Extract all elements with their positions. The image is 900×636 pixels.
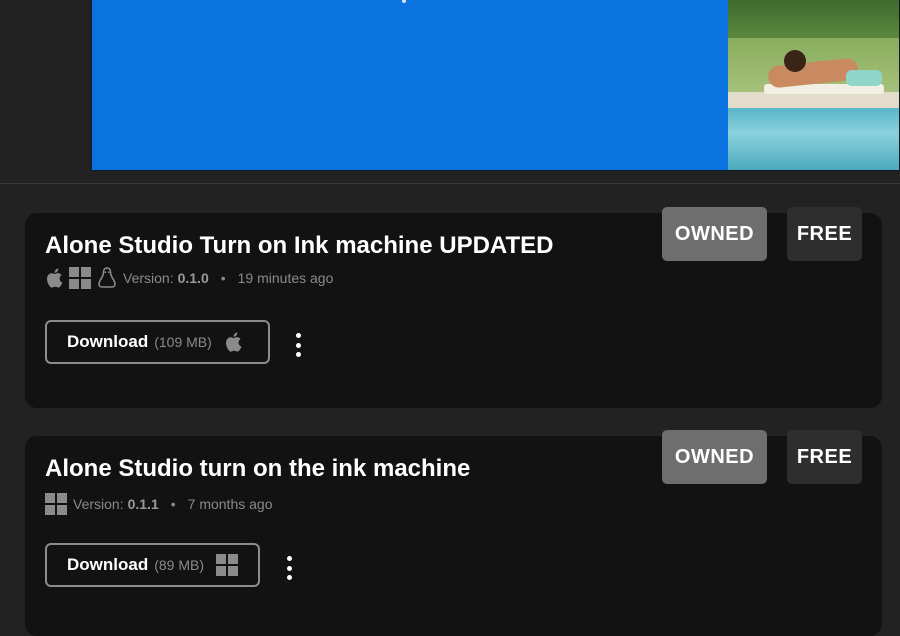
windows-icon	[216, 554, 239, 576]
download-button[interactable]: Download (89 MB)	[45, 543, 260, 587]
owned-badge: OWNED	[662, 207, 767, 261]
download-label: Download	[67, 555, 149, 574]
download-button[interactable]: Download (109 MB)	[45, 320, 270, 364]
build-card: OWNED FREE Alone Studio turn on the ink …	[25, 430, 882, 636]
version-value: 0.1.0	[177, 270, 209, 286]
free-badge: FREE	[787, 207, 862, 261]
linux-icon	[97, 267, 117, 289]
banner-mark	[402, 0, 406, 3]
banner-photo	[728, 0, 899, 170]
meta-separator: •	[220, 270, 226, 286]
download-label: Download	[67, 332, 149, 351]
more-options-icon[interactable]	[293, 333, 303, 357]
owned-badge: OWNED	[662, 430, 767, 484]
build-title: Alone Studio Turn on Ink machine UPDATED	[45, 232, 554, 259]
download-size: (89 MB)	[154, 557, 205, 573]
apple-icon	[224, 332, 242, 352]
section-divider	[0, 183, 900, 184]
build-meta: Version: 0.1.1 • 7 months ago	[45, 492, 272, 516]
windows-icon	[45, 493, 67, 515]
windows-icon	[69, 267, 91, 289]
version-label: Version:	[123, 270, 174, 286]
more-options-icon[interactable]	[284, 556, 294, 580]
build-card: OWNED FREE Alone Studio Turn on Ink mach…	[25, 207, 882, 408]
apple-icon	[45, 268, 63, 288]
updated-time: 19 minutes ago	[237, 270, 334, 286]
free-badge: FREE	[787, 430, 862, 484]
build-title: Alone Studio turn on the ink machine	[45, 455, 471, 482]
meta-separator: •	[170, 496, 176, 512]
updated-time: 7 months ago	[187, 496, 273, 512]
download-size: (109 MB)	[154, 334, 212, 350]
version-label: Version:	[73, 496, 124, 512]
build-meta: Version: 0.1.0 • 19 minutes ago	[45, 266, 333, 290]
version-value: 0.1.1	[127, 496, 159, 512]
featured-banner	[91, 0, 900, 171]
